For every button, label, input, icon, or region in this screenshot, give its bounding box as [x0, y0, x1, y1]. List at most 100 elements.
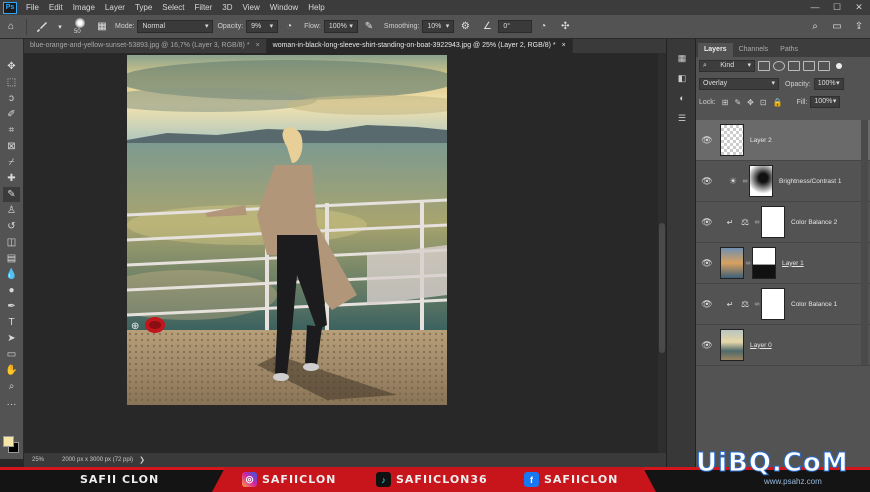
- filter-type-icon[interactable]: [788, 61, 800, 71]
- pressure-opacity-icon[interactable]: ◔: [281, 19, 297, 35]
- menu-window[interactable]: Window: [265, 0, 303, 15]
- brush-tool-icon[interactable]: [34, 19, 50, 35]
- lasso-tool-icon[interactable]: ↄ: [3, 91, 20, 106]
- eye-icon[interactable]: 👁: [699, 258, 715, 269]
- menu-edit[interactable]: Edit: [44, 0, 68, 15]
- eye-icon[interactable]: 👁: [699, 299, 715, 310]
- eraser-tool-icon[interactable]: ◫: [3, 235, 20, 250]
- tab-layers[interactable]: Layers: [698, 43, 733, 57]
- eye-icon[interactable]: 👁: [699, 217, 715, 228]
- link-icon[interactable]: ∞: [741, 178, 749, 185]
- status-menu-icon[interactable]: ❯: [139, 456, 145, 464]
- airbrush-icon[interactable]: ✎: [361, 19, 377, 35]
- rectangle-tool-icon[interactable]: ▭: [3, 347, 20, 362]
- layer-mask-thumbnail[interactable]: [752, 247, 776, 279]
- filter-pixel-icon[interactable]: [758, 61, 770, 71]
- layer-row-layer-2[interactable]: 👁 Layer 2: [696, 120, 870, 161]
- clone-stamp-tool-icon[interactable]: ♙: [3, 203, 20, 218]
- smoothing-field[interactable]: 10% ▾: [422, 20, 455, 33]
- pressure-size-icon[interactable]: ◔: [535, 19, 551, 35]
- link-icon[interactable]: ∞: [753, 301, 761, 308]
- mode-select[interactable]: Normal ▾: [137, 20, 214, 33]
- layer-row-layer-0[interactable]: 👁 Layer 0: [696, 325, 870, 366]
- close-tab-icon[interactable]: ×: [256, 42, 260, 49]
- menu-layer[interactable]: Layer: [100, 0, 130, 15]
- angle-field[interactable]: 0°: [498, 20, 533, 33]
- close-button[interactable]: ✕: [848, 0, 870, 15]
- tab-sunset-document[interactable]: blue-orange-and-yellow-sunset-53893.jpg …: [24, 39, 267, 53]
- link-icon[interactable]: ∞: [744, 260, 752, 267]
- eye-icon[interactable]: 👁: [699, 176, 715, 187]
- brush-settings-icon[interactable]: ▦: [96, 19, 108, 35]
- layer-mask-thumbnail[interactable]: [749, 165, 773, 197]
- fill-field[interactable]: 100% ▾: [810, 96, 841, 108]
- layer-opacity-field[interactable]: 100% ▾: [813, 78, 844, 90]
- tab-woman-document[interactable]: woman-in-black-long-sleeve-shirt-standin…: [266, 39, 573, 53]
- frame-tool-icon[interactable]: ⊠: [3, 139, 20, 154]
- layer-row-layer-1[interactable]: 👁 ∞ Layer 1: [696, 243, 870, 284]
- zoom-tool-icon[interactable]: ⌕: [3, 379, 20, 394]
- marquee-tool-icon[interactable]: ⬚: [3, 75, 20, 90]
- filter-shape-icon[interactable]: [803, 61, 815, 71]
- lock-transparency-icon[interactable]: ⊞: [722, 98, 729, 107]
- adjustments-icon[interactable]: ◐: [675, 93, 689, 105]
- menu-select[interactable]: Select: [157, 0, 189, 15]
- blend-mode-select[interactable]: Overlay ▾: [699, 78, 779, 90]
- document-canvas[interactable]: ⊕: [127, 55, 447, 405]
- layers-scrollbar[interactable]: [861, 120, 868, 365]
- dodge-tool-icon[interactable]: ●: [3, 283, 20, 298]
- filter-toggle-icon[interactable]: [836, 63, 842, 69]
- layer-mask-thumbnail[interactable]: [761, 206, 785, 238]
- brush-tool-icon[interactable]: ✎: [3, 187, 20, 202]
- healing-tool-icon[interactable]: ✚: [3, 171, 20, 186]
- layer-row-brightness-contrast[interactable]: 👁 ☀ ∞ Brightness/Contrast 1: [696, 161, 870, 202]
- menu-image[interactable]: Image: [68, 0, 100, 15]
- path-select-tool-icon[interactable]: ➤: [3, 331, 20, 346]
- pen-tool-icon[interactable]: ✒: [3, 299, 20, 314]
- type-tool-icon[interactable]: T: [3, 315, 20, 330]
- opacity-field[interactable]: 9% ▾: [246, 20, 279, 33]
- menu-help[interactable]: Help: [303, 0, 329, 15]
- close-tab-icon[interactable]: ×: [562, 42, 566, 49]
- filter-smart-object-icon[interactable]: [818, 61, 830, 71]
- filter-adjustment-icon[interactable]: [773, 61, 785, 71]
- properties-icon[interactable]: ◧: [675, 73, 689, 85]
- tab-paths[interactable]: Paths: [774, 43, 804, 57]
- menu-filter[interactable]: Filter: [190, 0, 218, 15]
- filter-kind-select[interactable]: ⌕ Kind ▾: [699, 60, 755, 72]
- gradient-tool-icon[interactable]: ▤: [3, 251, 20, 266]
- symmetry-icon[interactable]: ✣: [557, 19, 573, 35]
- history-icon[interactable]: ▦: [675, 53, 689, 65]
- layer-row-color-balance-2[interactable]: 👁 ↵ ⚖ ∞ Color Balance 2: [696, 202, 870, 243]
- search-icon[interactable]: ⌕: [807, 19, 823, 35]
- home-icon[interactable]: ⌂: [3, 19, 19, 35]
- layer-mask-thumbnail[interactable]: [761, 288, 785, 320]
- hand-tool-icon[interactable]: ✋: [3, 363, 20, 378]
- more-tools-icon[interactable]: ···: [3, 397, 20, 412]
- lock-pixels-icon[interactable]: ✎: [734, 98, 741, 107]
- canvas-area[interactable]: ⊕: [24, 53, 666, 453]
- move-tool-icon[interactable]: ✥: [3, 59, 20, 74]
- history-brush-tool-icon[interactable]: ↺: [3, 219, 20, 234]
- gear-icon[interactable]: ⚙: [457, 19, 473, 35]
- scrollbar-thumb[interactable]: [659, 223, 665, 353]
- chevron-down-icon[interactable]: ▾: [56, 19, 64, 35]
- menu-type[interactable]: Type: [130, 0, 157, 15]
- eye-icon[interactable]: 👁: [699, 135, 715, 146]
- foreground-color-swatch[interactable]: [3, 436, 14, 447]
- flow-field[interactable]: 100% ▾: [323, 20, 358, 33]
- link-icon[interactable]: ∞: [753, 219, 761, 226]
- brush-preset-picker[interactable]: 50: [69, 17, 91, 37]
- menu-view[interactable]: View: [238, 0, 265, 15]
- vertical-scrollbar[interactable]: [658, 53, 666, 453]
- crop-tool-icon[interactable]: ⌗: [3, 123, 20, 138]
- quick-select-tool-icon[interactable]: ✐: [3, 107, 20, 122]
- blur-tool-icon[interactable]: 💧: [3, 267, 20, 282]
- maximize-button[interactable]: ☐: [826, 0, 848, 15]
- zoom-level[interactable]: 25%: [24, 457, 54, 463]
- eye-icon[interactable]: 👁: [699, 340, 715, 351]
- menu-3d[interactable]: 3D: [217, 0, 237, 15]
- share-icon[interactable]: ⇪: [851, 19, 867, 35]
- lock-artboard-icon[interactable]: ⊡: [760, 98, 767, 107]
- workspace-icon[interactable]: ▭: [829, 19, 845, 35]
